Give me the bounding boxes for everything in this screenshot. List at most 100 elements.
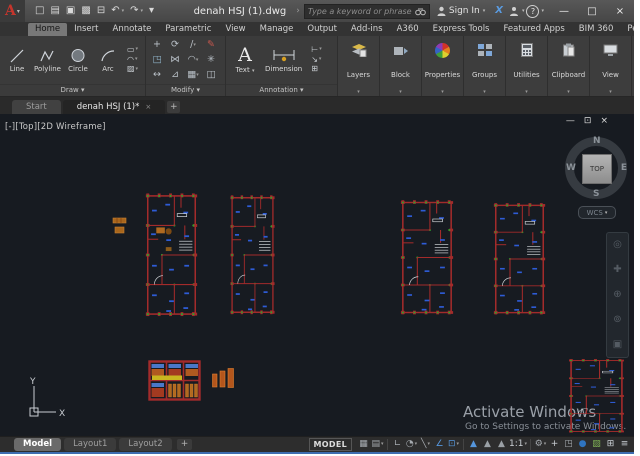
array-icon[interactable]: ▦▾	[187, 70, 199, 80]
erase-icon[interactable]: ✎	[207, 40, 215, 50]
layout-tab-model[interactable]: Model	[14, 438, 61, 450]
sign-in-button[interactable]: Sign In ▾	[437, 6, 485, 16]
trim-icon[interactable]: /▾	[190, 40, 196, 50]
redo-icon-caret[interactable]: ▾	[141, 9, 144, 14]
viewport-controls-label[interactable]: [-][Top][2D Wireframe]	[5, 122, 106, 132]
annotation-scale-value[interactable]: 1:1▾	[509, 440, 527, 449]
mirror-icon[interactable]: ⋈	[170, 55, 180, 65]
drawing-canvas[interactable]: [-][Top][2D Wireframe] — ⊡ × N S W E TOP…	[0, 114, 634, 436]
viewcube-north[interactable]: N	[593, 137, 601, 146]
floor-plan-5[interactable]	[566, 357, 627, 435]
title-expand-icon[interactable]: ›	[296, 6, 300, 16]
viewport-restore-icon[interactable]: ⊡	[584, 116, 592, 126]
panel-block-caret[interactable]: ▾	[399, 89, 402, 95]
panel-groups-caret[interactable]: ▾	[483, 89, 486, 95]
draw-panel-label[interactable]: Draw ▾	[0, 84, 145, 96]
move-icon[interactable]: +	[153, 40, 161, 50]
viewcube[interactable]: N S W E TOP	[562, 134, 630, 202]
rectangle-icon[interactable]: ▭▾	[127, 46, 138, 55]
clean-screen-icon[interactable]: ▨	[590, 440, 603, 449]
customization-icon[interactable]: ≡	[618, 440, 631, 449]
file-tab-start[interactable]: Start	[12, 100, 61, 114]
furniture-blocks-a[interactable]	[112, 217, 132, 235]
copy-icon[interactable]: ◳	[153, 55, 162, 65]
orbit-icon[interactable]: ⊚	[613, 315, 621, 325]
hatch-icon[interactable]: ▨▾	[127, 65, 138, 74]
elevation-detail[interactable]	[148, 360, 201, 401]
file-tab-close-icon[interactable]: ×	[145, 104, 151, 111]
search-input[interactable]: Type a keyword or phrase	[304, 4, 430, 19]
ribbon-tab-parametric[interactable]: Parametric	[158, 23, 218, 36]
snap-mode-icon[interactable]: ▤▾	[371, 440, 384, 449]
new-drawing-tab-button[interactable]: +	[167, 101, 180, 113]
fullscreen-icon[interactable]: ⊞	[604, 440, 617, 449]
minimize-button[interactable]: —	[550, 0, 578, 22]
model-space-toggle[interactable]: MODEL	[309, 438, 352, 451]
floor-plan-1[interactable]	[143, 190, 200, 320]
panel-block[interactable]: Block▾	[380, 36, 422, 96]
panel-utilities[interactable]: Utilities▾	[506, 36, 548, 96]
modify-panel-label[interactable]: Modify ▾	[146, 84, 225, 96]
object-snap-icon[interactable]: ⊡▾	[447, 440, 460, 449]
binoculars-search-icon[interactable]	[415, 7, 426, 16]
ribbon-tab-insert[interactable]: Insert	[67, 23, 105, 36]
annotation-scale-person-icon[interactable]: ▲	[495, 440, 508, 449]
new-layout-button[interactable]: +	[177, 439, 193, 451]
circle-button[interactable]: Circle	[64, 47, 92, 73]
ribbon-tab-annotate[interactable]: Annotate	[106, 23, 159, 36]
ribbon-tab-featured-apps[interactable]: Featured Apps	[497, 23, 572, 36]
undo-icon[interactable]: ↶	[111, 6, 119, 16]
polar-tracking-icon[interactable]: ◔▾	[405, 440, 418, 449]
open-file-icon[interactable]: ▤	[50, 6, 59, 16]
panel-layers-caret[interactable]: ▾	[357, 89, 360, 95]
new-file-icon[interactable]: □	[35, 6, 44, 16]
zoom-icon[interactable]: ⊕	[613, 290, 621, 300]
scale-icon[interactable]: ⊿	[171, 70, 179, 80]
help-icon[interactable]: ?	[526, 5, 539, 18]
navigation-bar[interactable]: ◎✚⊕⊚▣	[606, 232, 629, 358]
ribbon-tab-bim-360[interactable]: BIM 360	[572, 23, 621, 36]
panel-groups[interactable]: Groups▾	[464, 36, 506, 96]
ribbon-tab-manage[interactable]: Manage	[253, 23, 301, 36]
viewcube-south[interactable]: S	[593, 190, 599, 199]
layout-tab-layout2[interactable]: Layout2	[119, 438, 171, 450]
wcs-dropdown[interactable]: WCS ▾	[578, 206, 616, 219]
stretch-icon[interactable]: ↔	[153, 70, 161, 80]
save-icon[interactable]: ▣	[66, 6, 75, 16]
floor-plan-2[interactable]	[228, 192, 277, 318]
save-as-icon[interactable]: ▩	[81, 6, 90, 16]
panel-properties-caret[interactable]: ▾	[441, 89, 444, 95]
viewcube-east[interactable]: E	[621, 164, 627, 173]
exchange-apps-icon[interactable]: X	[495, 6, 503, 16]
workspace-switching-icon[interactable]: ⚙▾	[534, 440, 547, 449]
graphics-performance-icon[interactable]: ●	[576, 440, 589, 449]
leader-icon[interactable]: ↘▾	[311, 56, 321, 65]
ribbon-tab-performance[interactable]: Performance	[620, 23, 634, 36]
ortho-mode-icon[interactable]: ∟	[391, 440, 404, 449]
redo-icon[interactable]: ↷	[130, 6, 138, 16]
panel-clipboard-caret[interactable]: ▾	[567, 89, 570, 95]
arc-button[interactable]: Arc	[94, 47, 122, 73]
isolate-objects-icon[interactable]: ◳	[562, 440, 575, 449]
app-menu-button[interactable]: A ▾	[0, 0, 25, 22]
panel-clipboard[interactable]: Clipboard▾	[548, 36, 590, 96]
explode-icon[interactable]: ✳	[207, 55, 215, 65]
layout-tab-layout1[interactable]: Layout1	[64, 438, 116, 450]
grid-display-icon[interactable]: ▦	[357, 440, 370, 449]
offset-icon[interactable]: ◫	[207, 70, 216, 80]
ribbon-tab-view[interactable]: View	[218, 23, 252, 36]
panel-properties[interactable]: Properties▾	[422, 36, 464, 96]
annotation-panel-label[interactable]: Annotation ▾	[226, 84, 337, 96]
ribbon-tab-output[interactable]: Output	[300, 23, 344, 36]
viewcube-west[interactable]: W	[566, 164, 576, 173]
floor-plan-4[interactable]	[491, 200, 548, 318]
dimension-button[interactable]: Dimension	[264, 48, 303, 73]
close-button[interactable]: ×	[606, 0, 634, 22]
plot-icon[interactable]: ⊟	[97, 6, 105, 16]
ribbon-tab-home[interactable]: Home	[28, 23, 67, 36]
furniture-blocks-b[interactable]	[212, 368, 234, 390]
panel-view-caret[interactable]: ▾	[609, 89, 612, 95]
ellipse-icon[interactable]: ◠▾	[127, 56, 138, 65]
table-icon[interactable]: ⊞	[311, 65, 321, 74]
viewport-minimize-icon[interactable]: —	[566, 116, 575, 126]
